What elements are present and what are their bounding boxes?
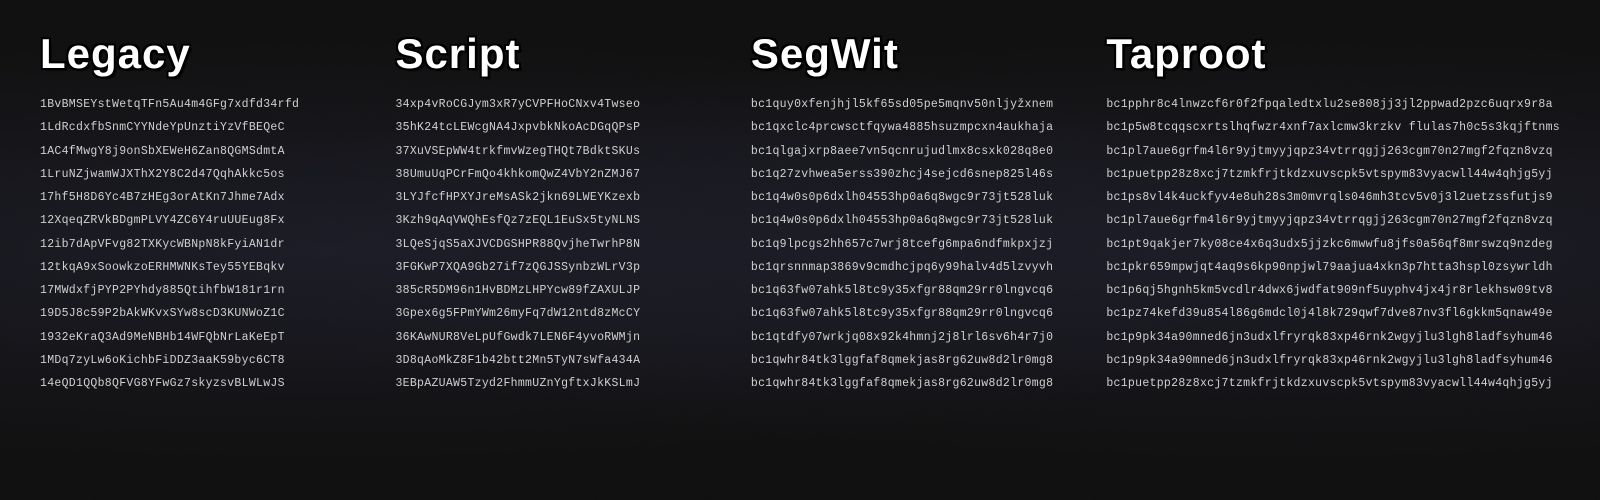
- address-item[interactable]: 37XuVSEpWW4trkfmvWzegTHQt7BdktSKUs: [395, 143, 730, 160]
- address-item[interactable]: bc1q4w0s0p6dxlh04553hp0a6q8wgc9r73jt528l…: [751, 189, 1086, 206]
- address-item[interactable]: 36KAwNUR8VeLpUfGwdk7LEN6F4yvoRWMjn: [395, 329, 730, 346]
- address-item[interactable]: 385cR5DM96n1HvBDMzLHPYcw89fZAXULJP: [395, 282, 730, 299]
- address-item[interactable]: 3LYJfcfHPXYJreMsASk2jkn69LWEYKzexb: [395, 189, 730, 206]
- segwit-address-list: bc1quy0xfenjhjl5kf65sd05pe5mqnv50nljyžxn…: [751, 96, 1086, 392]
- address-item[interactable]: 3Gpex6g5FPmYWm26myFq7dW12ntd8zMcCY: [395, 305, 730, 322]
- address-item[interactable]: 1MDq7zyLw6oKichbFiDDZ3aaK59byc6CT8: [40, 352, 375, 369]
- address-item[interactable]: 3FGKwP7XQA9Gb27if7zQGJSSynbzWLrV3p: [395, 259, 730, 276]
- legacy-title: Legacy: [40, 30, 375, 78]
- script-title: Script: [395, 30, 730, 78]
- address-item[interactable]: bc1pkr659mpwjqt4aq9s6kp90npjwl79aajua4xk…: [1106, 259, 1560, 276]
- address-item[interactable]: 1LdRcdxfbSnmCYYNdeYpUnztiYzVfBEQeC: [40, 119, 375, 136]
- main-columns: Legacy 1BvBMSEYstWetqTFn5Au4m4GFg7xdfd34r…: [40, 30, 1560, 392]
- address-item[interactable]: bc1quy0xfenjhjl5kf65sd05pe5mqnv50nljyžxn…: [751, 96, 1086, 113]
- address-item[interactable]: bc1q9lpcgs2hh657c7wrj8tcefg6mpa6ndfmkpxj…: [751, 236, 1086, 253]
- address-item[interactable]: 12tkqA9xSoowkzoERHMWNKsTey55YEBqkv: [40, 259, 375, 276]
- address-item[interactable]: 1BvBMSEYstWetqTFn5Au4m4GFg7xdfd34rfd: [40, 96, 375, 113]
- address-item[interactable]: bc1puetpp28z8xcj7tzmkfrjtkdzxuvscpk5vtsp…: [1106, 166, 1560, 183]
- address-item[interactable]: bc1qlgajxrp8aee7vn5qcnrujudlmx8csxk028q8…: [751, 143, 1086, 160]
- address-item[interactable]: 14eQD1QQb8QFVG8YFwGz7skyzsvBLWLwJS: [40, 375, 375, 392]
- address-item[interactable]: 3Kzh9qAqVWQhEsfQz7zEQL1EuSx5tyNLNS: [395, 212, 730, 229]
- legacy-address-list: 1BvBMSEYstWetqTFn5Au4m4GFg7xdfd34rfd 1LdR…: [40, 96, 375, 392]
- address-item[interactable]: bc1p5w8tcqqscxrtslhqfwzr4xnf7axlcmw3krzk…: [1106, 119, 1560, 136]
- address-item[interactable]: bc1pl7aue6grfm4l6r9yjtmyyjqpz34vtrrqgjj2…: [1106, 143, 1560, 160]
- address-item[interactable]: bc1q63fw07ahk5l8tc9y35xfgr88qm29rr0lngvc…: [751, 282, 1086, 299]
- address-item[interactable]: bc1qwhr84tk3lggfaf8qmekjas8rg62uw8d2lr0m…: [751, 352, 1086, 369]
- address-item[interactable]: bc1ps8vl4k4uckfyv4e8uh28s3m0mvrqls046mh3…: [1106, 189, 1560, 206]
- address-item[interactable]: bc1puetpp28z8xcj7tzmkfrjtkdzxuvscpk5vtsp…: [1106, 375, 1560, 392]
- address-item[interactable]: 12ib7dApVFvg82TXKycWBNpN8kFyiAN1dr: [40, 236, 375, 253]
- address-item[interactable]: 3D8qAoMkZ8F1b42btt2Mn5TyN7sWfa434A: [395, 352, 730, 369]
- address-item[interactable]: 35hK24tcLEWcgNA4JxpvbkNkoAcDGqQPsP: [395, 119, 730, 136]
- address-item[interactable]: bc1p9pk34a90mned6jn3udxlfryrqk83xp46rnk2…: [1106, 352, 1560, 369]
- address-item[interactable]: 1LruNZjwamWJXThX2Y8C2d47QqhAkkc5os: [40, 166, 375, 183]
- address-item[interactable]: bc1q27zvhwea5erss390zhcj4sejcd6snep825l4…: [751, 166, 1086, 183]
- address-item[interactable]: bc1pphr8c4lnwzcf6r0f2fpqaledtxlu2se808jj…: [1106, 96, 1560, 113]
- taproot-address-list: bc1pphr8c4lnwzcf6r0f2fpqaledtxlu2se808jj…: [1106, 96, 1560, 392]
- address-item[interactable]: 12XqeqZRVkBDgmPLVY4ZC6Y4ruUUEug8Fx: [40, 212, 375, 229]
- address-item[interactable]: 34xp4vRoCGJym3xR7yCVPFHoCNxv4Twseo: [395, 96, 730, 113]
- address-item[interactable]: 19D5J8c59P2bAkWKvxSYw8scD3KUNWoZ1C: [40, 305, 375, 322]
- column-taproot: Taproot bc1pphr8c4lnwzcf6r0f2fpqaledtxlu2…: [1106, 30, 1560, 392]
- address-item[interactable]: 17hf5H8D6Yc4B7zHEg3orAtKn7Jhme7Adx: [40, 189, 375, 206]
- address-item[interactable]: 3EBpAZUAW5Tzyd2FhmmUZnYgftxJkKSLmJ: [395, 375, 730, 392]
- taproot-title: Taproot: [1106, 30, 1560, 78]
- address-item[interactable]: bc1pt9qakjer7ky08ce4x6q3udx5jjzkc6mwwfu8…: [1106, 236, 1560, 253]
- address-item[interactable]: 17MWdxfjPYP2PYhdy885QtihfbW181r1rn: [40, 282, 375, 299]
- address-item[interactable]: bc1pl7aue6grfm4l6r9yjtmyyjqpz34vtrrqgjj2…: [1106, 212, 1560, 229]
- column-segwit: SegWit bc1quy0xfenjhjl5kf65sd05pe5mqnv50n…: [751, 30, 1086, 392]
- address-item[interactable]: bc1qrsnnmap3869v9cmdhcjpq6y99halv4d5lzvy…: [751, 259, 1086, 276]
- address-item[interactable]: 1AC4fMwgY8j9onSbXEWeH6Zan8QGMSdmtA: [40, 143, 375, 160]
- address-item[interactable]: bc1q63fw07ahk5l8tc9y35xfgr88qm29rr0lngvc…: [751, 305, 1086, 322]
- column-script: Script 34xp4vRoCGJym3xR7yCVPFHoCNxv4Twseo…: [395, 30, 730, 392]
- address-item[interactable]: bc1pz74kefd39u854l86g6mdcl0j4l8k729qwf7d…: [1106, 305, 1560, 322]
- address-item[interactable]: bc1qwhr84tk3lggfaf8qmekjas8rg62uw8d2lr0m…: [751, 375, 1086, 392]
- address-item[interactable]: 3LQeSjqS5aXJVCDGSHPR88QvjheTwrhP8N: [395, 236, 730, 253]
- address-item[interactable]: 1932eKraQ3Ad9MeNBHb14WFQbNrLaKeEpT: [40, 329, 375, 346]
- column-legacy: Legacy 1BvBMSEYstWetqTFn5Au4m4GFg7xdfd34r…: [40, 30, 375, 392]
- address-item[interactable]: bc1q4w0s0p6dxlh04553hp0a6q8wgc9r73jt528l…: [751, 212, 1086, 229]
- address-item[interactable]: bc1p6qj5hgnh5km5vcdlr4dwx6jwdfat909nf5uy…: [1106, 282, 1560, 299]
- address-item[interactable]: bc1p9pk34a90mned6jn3udxlfryrqk83xp46rnk2…: [1106, 329, 1560, 346]
- address-item[interactable]: 38UmuUqPCrFmQo4khkomQwZ4VbY2nZMJ67: [395, 166, 730, 183]
- script-address-list: 34xp4vRoCGJym3xR7yCVPFHoCNxv4Twseo 35hK24…: [395, 96, 730, 392]
- segwit-title: SegWit: [751, 30, 1086, 78]
- address-item[interactable]: bc1qxclc4prcwsctfqywa4885hsuzmpcxn4aukha…: [751, 119, 1086, 136]
- address-item[interactable]: bc1qtdfy07wrkjq08x92k4hmnj2j8lrl6sv6h4r7…: [751, 329, 1086, 346]
